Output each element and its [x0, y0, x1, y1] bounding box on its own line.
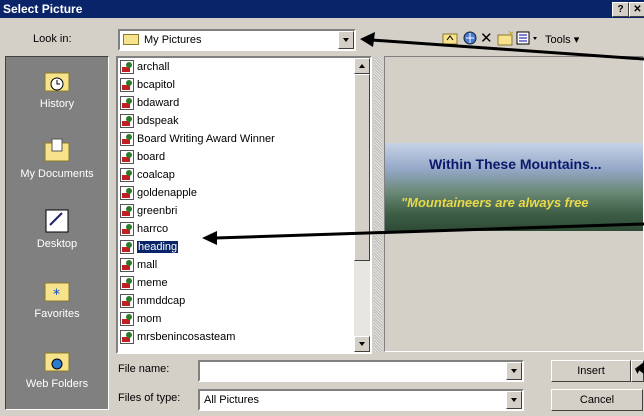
- annotation-arrows: [202, 32, 644, 374]
- arrowhead-heading: [202, 231, 217, 245]
- arrow-to-look-in: [371, 38, 644, 61]
- arrowhead-insert: [636, 362, 644, 374]
- arrow-to-heading: [214, 222, 644, 240]
- arrowhead-look-in: [360, 32, 375, 47]
